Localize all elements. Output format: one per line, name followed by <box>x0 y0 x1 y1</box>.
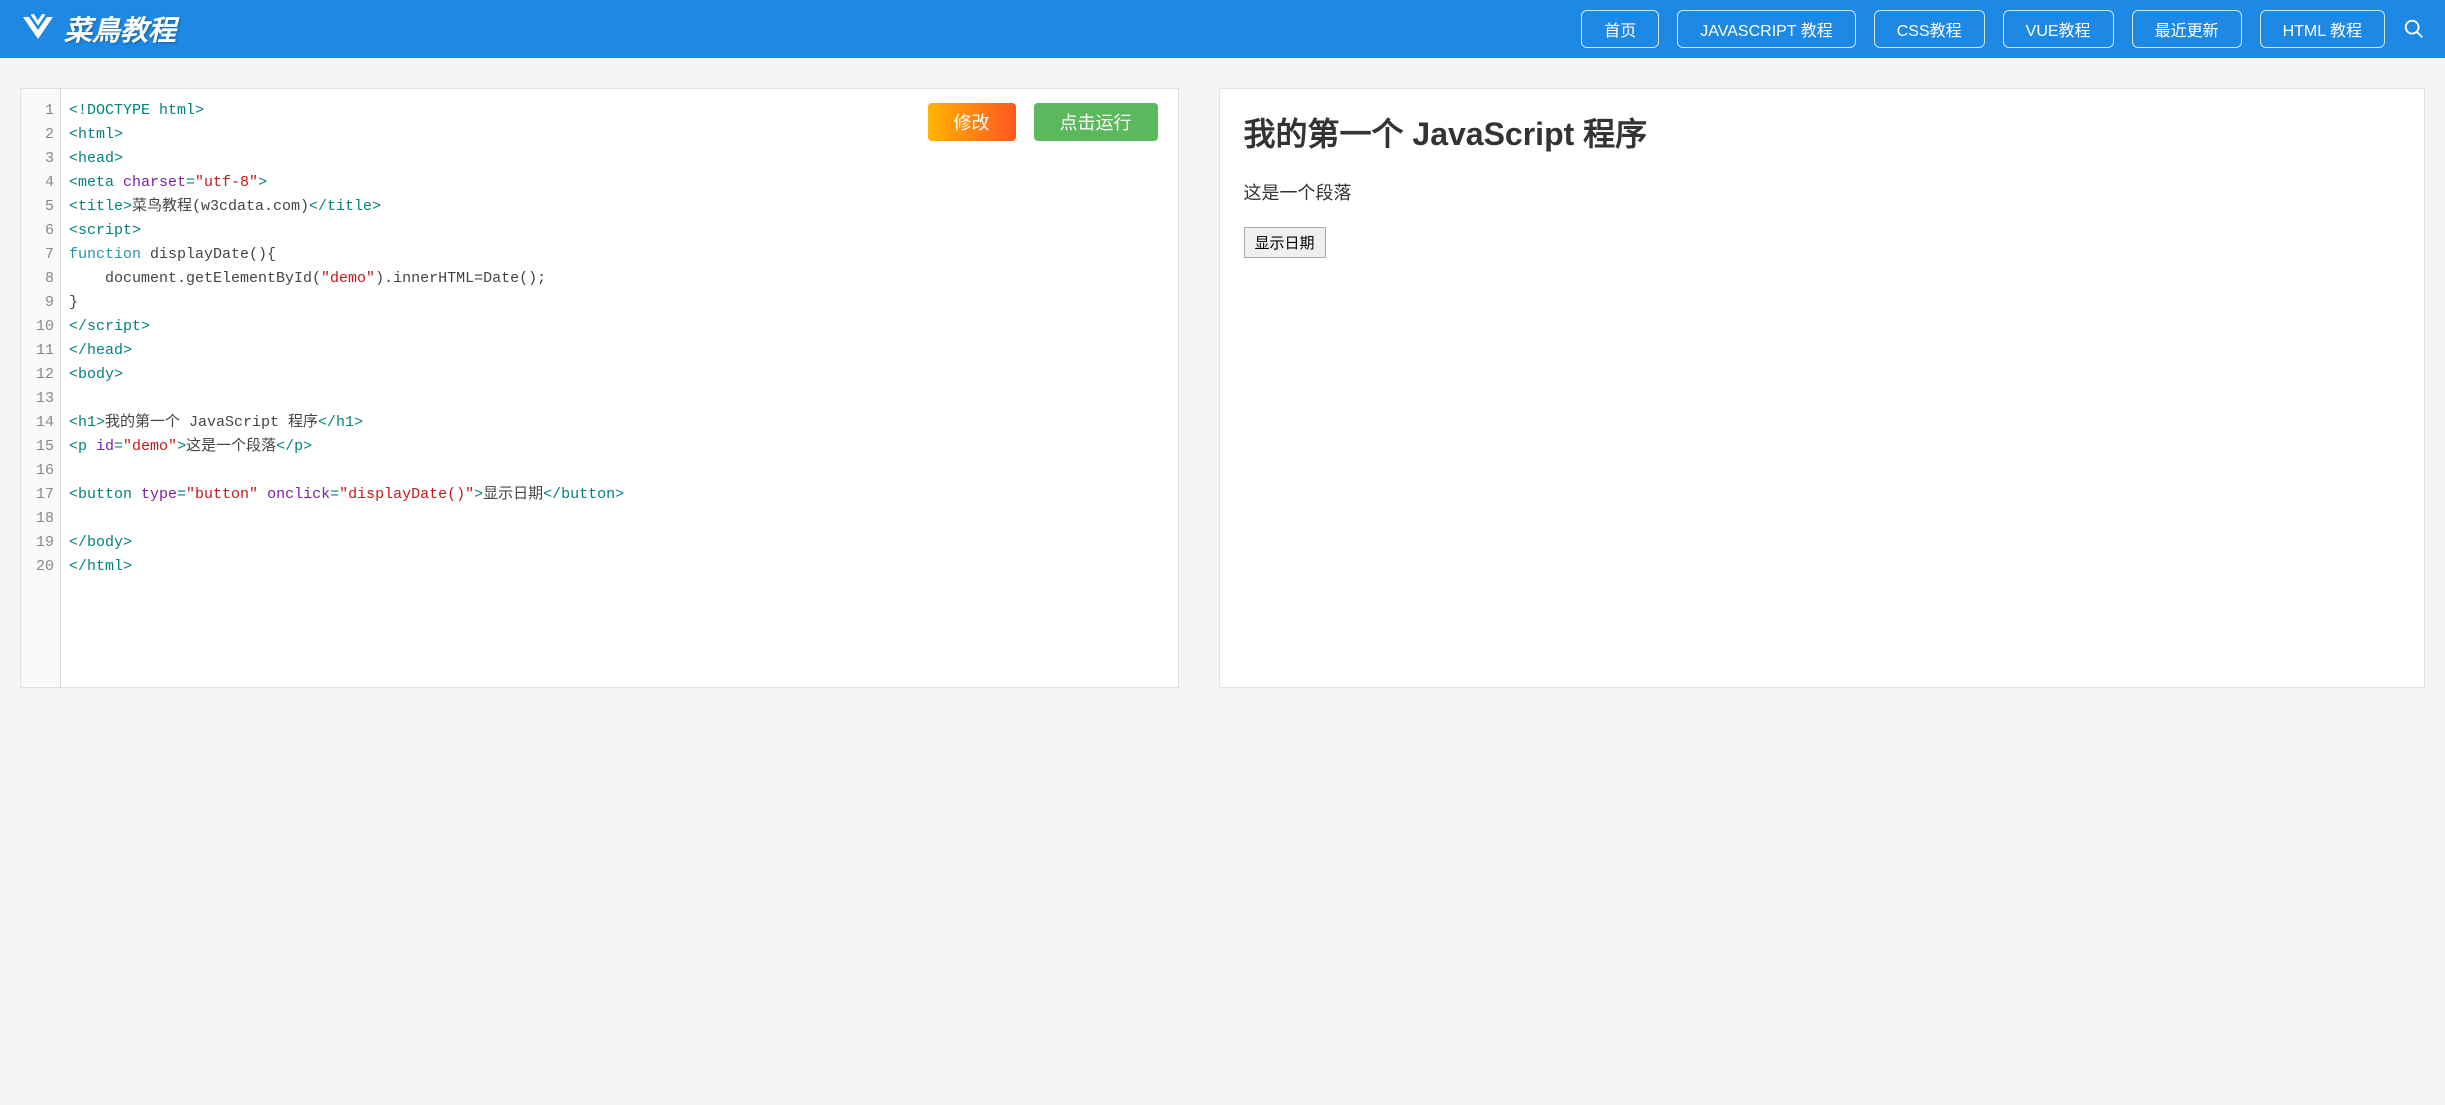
code-line[interactable]: } <box>69 291 1170 315</box>
code-line[interactable] <box>69 459 1170 483</box>
workspace: 修改 点击运行 1234567891011121314151617181920 … <box>0 58 2445 718</box>
code-line[interactable]: <button type="button" onclick="displayDa… <box>69 483 1170 507</box>
bird-icon <box>20 14 56 44</box>
top-nav: 菜鳥教程 首页 JAVASCRIPT 教程 CSS教程 VUE教程最近更新 HTML 教… <box>0 0 2445 58</box>
search-icon[interactable] <box>2403 18 2425 40</box>
preview-heading: 我的第一个 JavaScript 程序 <box>1244 109 2401 155</box>
brand-logo[interactable]: 菜鳥教程 <box>20 9 176 49</box>
code-line[interactable]: <h1>我的第一个 JavaScript 程序</h1> <box>69 411 1170 435</box>
line-gutter: 1234567891011121314151617181920 <box>21 89 61 687</box>
code-line[interactable] <box>69 387 1170 411</box>
preview-panel: 我的第一个 JavaScript 程序 这是一个段落 显示日期 <box>1219 88 2426 688</box>
code-editor[interactable]: 1234567891011121314151617181920 <!DOCTYP… <box>21 89 1178 687</box>
show-date-button[interactable]: 显示日期 <box>1244 227 1326 258</box>
brand-text: 菜鳥教程 <box>64 9 176 49</box>
preview-paragraph: 这是一个段落 <box>1244 179 2401 205</box>
code-line[interactable]: <head> <box>69 147 1170 171</box>
code-line[interactable] <box>69 507 1170 531</box>
nav-link-1[interactable]: JAVASCRIPT 教程 <box>1677 10 1855 48</box>
code-line[interactable]: <script> <box>69 219 1170 243</box>
editor-panel: 修改 点击运行 1234567891011121314151617181920 … <box>20 88 1179 688</box>
code-line[interactable]: function displayDate(){ <box>69 243 1170 267</box>
edit-button[interactable]: 修改 <box>928 103 1016 141</box>
run-button[interactable]: 点击运行 <box>1034 103 1158 141</box>
nav-link-4[interactable]: 最近更新 <box>2132 10 2242 48</box>
nav-link-2[interactable]: CSS教程 <box>1874 10 1985 48</box>
nav-links: 首页 JAVASCRIPT 教程 CSS教程 VUE教程最近更新 HTML 教程 <box>1581 10 2385 48</box>
code-line[interactable]: <meta charset="utf-8"> <box>69 171 1170 195</box>
code-line[interactable]: </html> <box>69 555 1170 579</box>
code-area[interactable]: <!DOCTYPE html><html><head><meta charset… <box>61 89 1178 687</box>
code-line[interactable]: <body> <box>69 363 1170 387</box>
nav-link-3[interactable]: VUE教程 <box>2003 10 2114 48</box>
code-line[interactable]: </head> <box>69 339 1170 363</box>
code-line[interactable]: document.getElementById("demo").innerHTM… <box>69 267 1170 291</box>
code-line[interactable]: <title>菜鸟教程(w3cdata.com)</title> <box>69 195 1170 219</box>
nav-link-5[interactable]: HTML 教程 <box>2260 10 2385 48</box>
code-line[interactable]: <p id="demo">这是一个段落</p> <box>69 435 1170 459</box>
code-line[interactable]: </script> <box>69 315 1170 339</box>
code-line[interactable]: </body> <box>69 531 1170 555</box>
nav-link-0[interactable]: 首页 <box>1581 10 1659 48</box>
